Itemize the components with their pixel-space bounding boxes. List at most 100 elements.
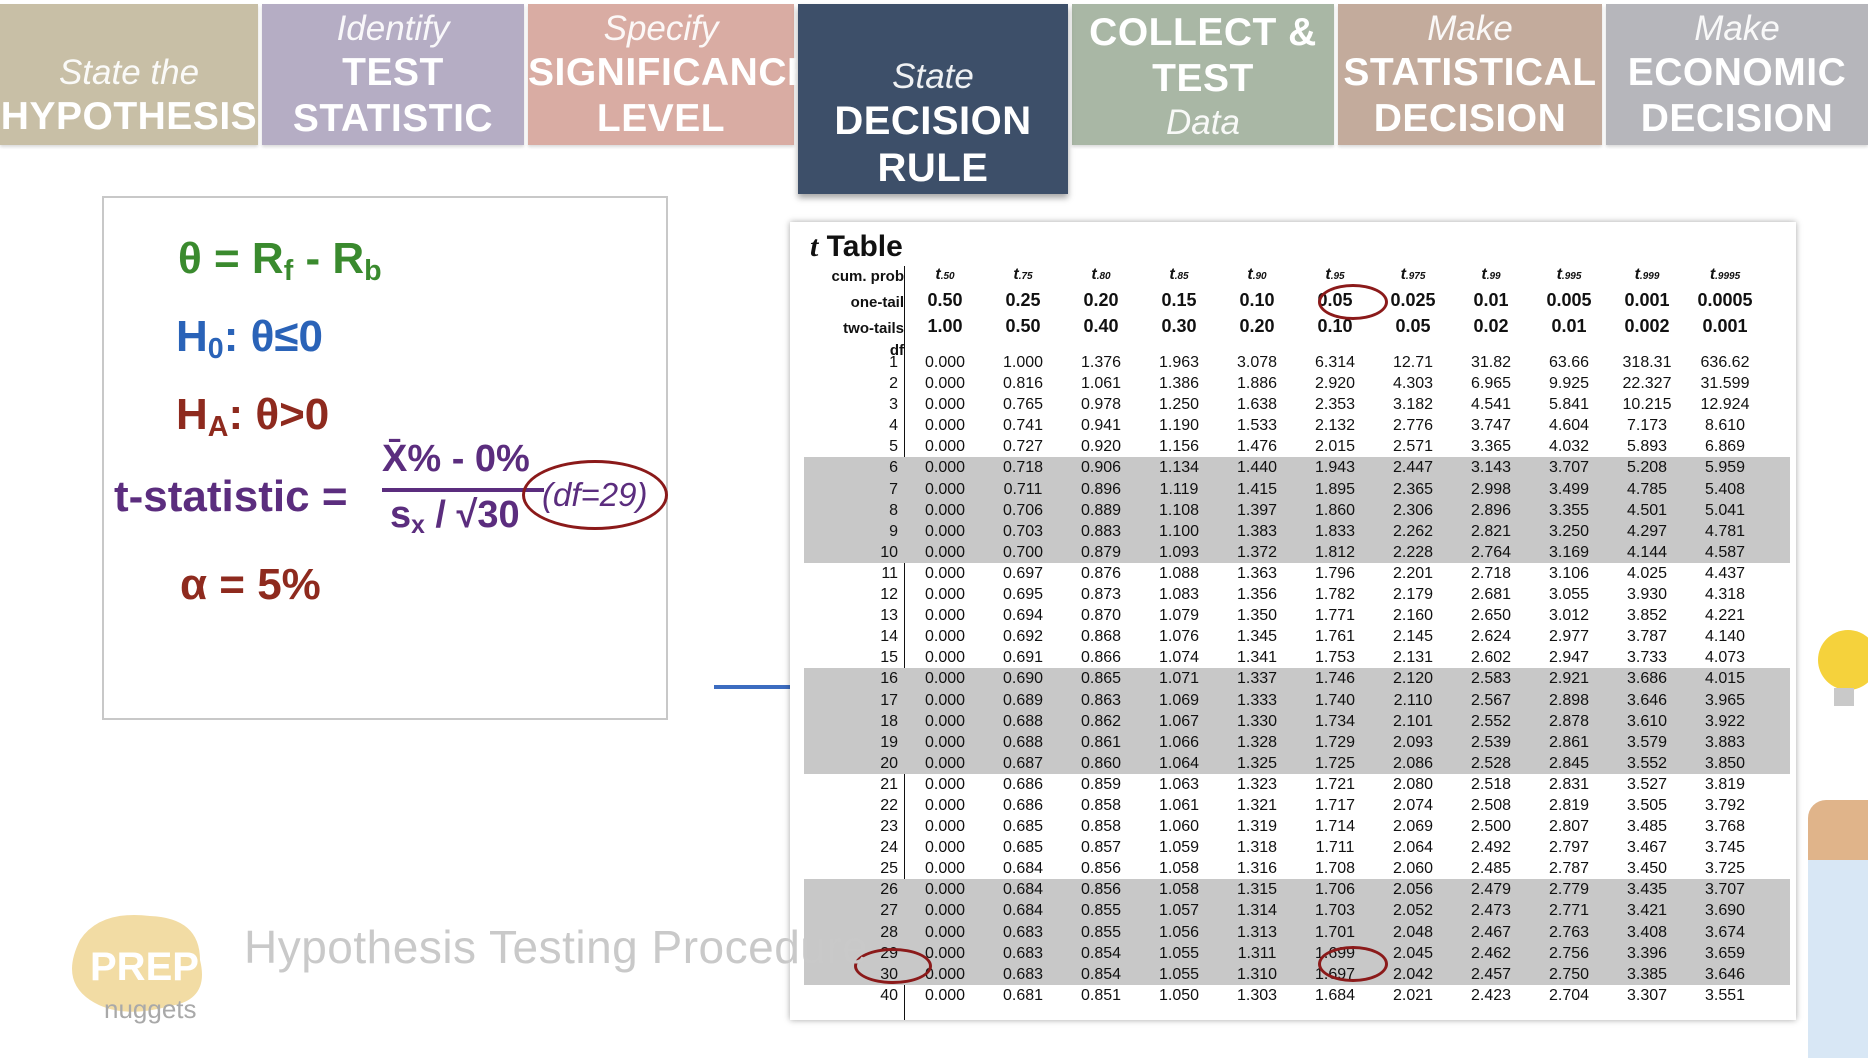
step-line1: Specify (603, 9, 719, 48)
table-row: 6 0.000 0.718 0.906 1.134 1.440 1.943 2.447 3.14… (804, 457, 1790, 479)
one-tail-005-highlight (1318, 284, 1388, 320)
value-cell: 0.000 (924, 459, 966, 477)
value-cell: 4.221 (1704, 607, 1746, 625)
value-cell: 3.659 (1704, 944, 1746, 962)
value-cell: 3.106 (1548, 564, 1590, 582)
value-cell: 4.604 (1548, 417, 1590, 435)
value-cell: 0.861 (1080, 733, 1122, 751)
value-cell: 0.694 (1002, 607, 1044, 625)
step-identify-test-statistic[interactable]: Identify TEST STATISTIC (262, 4, 524, 145)
step-specify-significance-level[interactable]: Specify SIGNIFICANCE LEVEL (528, 4, 813, 145)
col-two-tails: 0.50 (1005, 316, 1041, 336)
value-cell: 3.307 (1626, 986, 1668, 1004)
df-cell: 16 (880, 670, 898, 688)
step-make-statistical-decision[interactable]: Make STATISTICAL DECISION (1338, 4, 1602, 145)
table-row: 5 0.000 0.727 0.920 1.156 1.476 2.015 2.571 3.36… (804, 436, 1790, 457)
step-line3: STATISTIC (292, 97, 494, 140)
value-cell: 3.792 (1704, 796, 1746, 814)
value-cell: 3.852 (1626, 607, 1668, 625)
value-cell: 0.683 (1002, 965, 1044, 983)
step-line3: RULE (877, 146, 989, 190)
df-cell: 9 (889, 522, 898, 540)
value-cell: 6.965 (1470, 375, 1512, 393)
value-cell: 0.711 (1003, 480, 1043, 498)
table-row: 22 0.000 0.686 0.858 1.061 1.321 1.717 2.074 2.5… (804, 795, 1790, 816)
value-cell: 1.325 (1236, 754, 1278, 772)
value-cell: 1.833 (1314, 522, 1356, 540)
step-collect-test-data[interactable]: COLLECT & TEST Data (1072, 4, 1334, 145)
value-cell: 0.685 (1002, 818, 1044, 836)
value-cell: 2.423 (1470, 986, 1512, 1004)
value-cell: 1.079 (1158, 607, 1200, 625)
value-cell: 1.397 (1236, 501, 1278, 519)
value-cell: 1.860 (1314, 501, 1356, 519)
one-tail-label: one-tail (850, 294, 904, 311)
value-cell: 1.963 (1158, 354, 1200, 371)
df-cell: 6 (889, 459, 898, 477)
value-cell: 2.831 (1548, 775, 1590, 793)
step-make-economic-decision[interactable]: Make ECONOMIC DECISION (1606, 4, 1868, 145)
value-cell: 63.66 (1548, 354, 1590, 371)
col-two-tails: 0.01 (1551, 316, 1587, 336)
value-cell: 2.021 (1392, 986, 1434, 1004)
value-cell: 1.067 (1158, 712, 1200, 730)
value-cell: 2.779 (1548, 881, 1590, 899)
value-cell: 0.920 (1080, 438, 1122, 456)
value-cell: 2.262 (1392, 522, 1434, 540)
value-cell: 2.101 (1392, 712, 1434, 730)
df-cell: 10 (880, 543, 898, 561)
value-cell: 0.873 (1080, 586, 1122, 604)
t-table-grid: 1 0.000 1.000 1.376 1.963 3.078 6.314 12.71 31.8… (804, 352, 1790, 1006)
value-cell: 1.717 (1314, 796, 1356, 814)
value-cell: 0.000 (924, 860, 966, 878)
value-cell: 0.941 (1080, 417, 1122, 435)
value-cell: 1.895 (1314, 480, 1356, 498)
value-cell: 1.119 (1159, 480, 1199, 498)
step-line3: Data (1166, 103, 1240, 142)
value-cell: 1.440 (1236, 459, 1278, 477)
df-cell: 11 (881, 564, 898, 582)
value-cell: 2.898 (1548, 691, 1590, 709)
value-cell: 1.061 (1158, 796, 1200, 814)
value-cell: 0.691 (1002, 649, 1044, 667)
value-cell: 31.599 (1700, 375, 1750, 393)
value-cell: 3.012 (1548, 607, 1590, 625)
value-cell: 2.056 (1392, 881, 1434, 899)
value-cell: 0.879 (1080, 543, 1122, 561)
procedure-steps-banner: State the HYPOTHESIS Identify TEST STATI… (0, 0, 1868, 194)
alpha-level: α = 5% (180, 560, 321, 609)
step-state-hypothesis[interactable]: State the HYPOTHESIS (0, 4, 258, 145)
value-cell: 0.860 (1080, 754, 1122, 772)
value-cell: 1.058 (1158, 860, 1200, 878)
step-state-decision-rule[interactable]: State DECISION RULE (798, 4, 1068, 194)
ha-sub: A (207, 411, 229, 444)
value-cell: 1.341 (1236, 649, 1278, 667)
value-cell: 1.061 (1080, 375, 1122, 393)
value-cell: 1.063 (1158, 775, 1200, 793)
value-cell: 0.690 (1002, 670, 1044, 688)
value-cell: 3.467 (1626, 839, 1668, 857)
value-cell: 0.000 (924, 543, 966, 561)
value-cell: 0.876 (1080, 564, 1122, 582)
theta-mid: - R (293, 234, 365, 283)
value-cell: 1.701 (1314, 923, 1356, 941)
value-cell: 2.048 (1392, 923, 1434, 941)
df-highlight-ellipse (522, 460, 668, 530)
value-cell: 1.313 (1236, 923, 1278, 941)
value-cell: 3.690 (1704, 902, 1746, 920)
value-cell: 4.318 (1704, 586, 1746, 604)
value-cell: 0.000 (924, 712, 966, 730)
value-cell: 0.684 (1002, 860, 1044, 878)
col-one-tail: 0.50 (927, 290, 963, 310)
table-row: 21 0.000 0.686 0.859 1.063 1.323 1.721 2.080 2.5… (804, 774, 1790, 795)
table-row: 15 0.000 0.691 0.866 1.074 1.341 1.753 2.131 2.6… (804, 647, 1790, 668)
value-cell: 1.415 (1236, 480, 1278, 498)
value-cell: 2.681 (1470, 586, 1512, 604)
value-cell: 2.947 (1548, 649, 1590, 667)
value-cell: 1.725 (1314, 754, 1356, 772)
value-cell: 0.859 (1080, 775, 1122, 793)
value-cell: 1.638 (1236, 396, 1278, 414)
table-row: 8 0.000 0.706 0.889 1.108 1.397 1.860 2.306 2.89… (804, 499, 1790, 521)
theta-text: θ = R (178, 234, 284, 283)
value-cell: 3.169 (1548, 543, 1590, 561)
